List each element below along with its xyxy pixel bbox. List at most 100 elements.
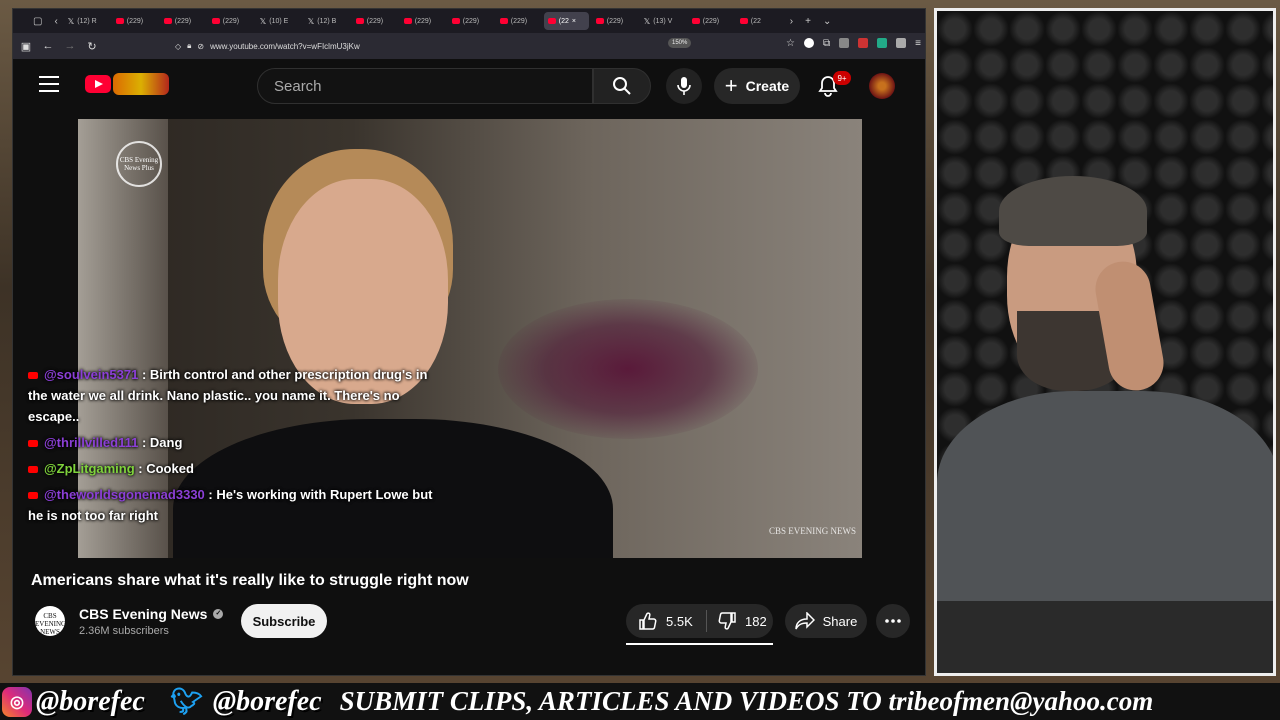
tab-label: (12) B — [317, 17, 337, 25]
close-tab-icon[interactable]: × — [572, 18, 576, 25]
chat-message: @soulvein5371 : Birth control and other … — [28, 364, 438, 427]
tab-label: (229) — [702, 17, 720, 25]
tab-label: (229) — [510, 17, 528, 25]
sidebar-icon[interactable]: ▣ — [17, 40, 35, 53]
browser-tab[interactable]: (229) — [208, 12, 253, 30]
chat-username: @theworldsgonemad3330 — [44, 487, 205, 502]
background-flower — [498, 299, 758, 439]
desk — [937, 601, 1273, 673]
youtube-logo-icon[interactable] — [85, 75, 111, 93]
youtube-icon — [595, 18, 604, 24]
hamburger-menu-icon[interactable] — [39, 76, 59, 92]
dislike-count: 182 — [745, 613, 767, 629]
browser-tab[interactable]: (22 — [736, 12, 781, 30]
cbs-watermark: CBS EVENING NEWS — [769, 526, 856, 536]
reload-icon[interactable]: ↻ — [83, 40, 101, 53]
back-icon[interactable]: ← — [39, 40, 57, 52]
channel-name-row: CBS Evening News ✓ — [79, 606, 224, 622]
extension-icon[interactable] — [877, 38, 888, 48]
channel-name[interactable]: CBS Evening News — [79, 606, 207, 622]
tab-label: (12) R — [77, 17, 97, 25]
share-button[interactable]: Share — [785, 604, 867, 638]
tab-list-icon[interactable]: ▢ — [33, 16, 42, 27]
create-button[interactable]: + Create — [714, 68, 800, 104]
lock-icon: 🔒︎ — [187, 41, 192, 50]
browser-tab[interactable]: (229) — [688, 12, 733, 30]
extension-icon[interactable] — [896, 38, 907, 48]
plus-icon: + — [724, 73, 738, 98]
dislike-button[interactable]: 182 — [707, 611, 767, 631]
x-icon: 𝕏 — [307, 16, 315, 26]
tab-scroll-right-icon[interactable]: › — [790, 16, 793, 27]
search-button[interactable] — [593, 68, 651, 104]
tab-scroll-left-icon[interactable]: ‹ — [54, 16, 57, 27]
permissions-icon: ⊘ — [197, 41, 205, 51]
search-input[interactable]: Search — [257, 68, 593, 104]
search-icon — [613, 77, 631, 95]
tab-label: (229) — [174, 17, 192, 25]
url-bar[interactable]: ◇ 🔒︎ ⊘ www.youtube.com/watch?v=wFIclmU3j… — [175, 37, 715, 55]
x-icon: 𝕏 — [259, 16, 267, 26]
bookmark-star-icon[interactable]: ☆ — [786, 38, 795, 49]
subscribe-button[interactable]: Subscribe — [241, 604, 327, 638]
browser-tab[interactable]: (229) — [496, 12, 541, 30]
youtube-icon — [28, 466, 38, 474]
youtube-icon — [163, 18, 172, 24]
subscriber-count: 2.36M subscribers — [79, 625, 169, 637]
chat-message: @theworldsgonemad3330 : He's working wit… — [28, 484, 438, 526]
youtube-page: Search + Create 9+ CBS Evening News Plus… — [13, 59, 925, 675]
browser-tab[interactable]: 𝕏 (12) R — [64, 12, 109, 30]
channel-avatar[interactable]: CBS EVENING NEWS — [35, 606, 66, 636]
youtube-icon — [547, 18, 556, 24]
twitter-bird-icon: 🐦︎ — [170, 686, 204, 716]
tab-label: (22 — [750, 17, 761, 25]
thumbs-up-icon — [639, 612, 657, 630]
masthead: Search + Create 9+ — [13, 59, 925, 113]
menu-icon[interactable]: ≡ — [915, 38, 921, 49]
browser-tab[interactable]: (229) — [448, 12, 493, 30]
forward-icon[interactable]: → — [61, 40, 79, 52]
extensions-puzzle-icon[interactable]: ⧉ — [823, 38, 830, 49]
youtube-icon — [28, 492, 38, 500]
zoom-indicator[interactable]: 150% — [668, 38, 692, 48]
browser-tab[interactable]: (22 × — [543, 12, 589, 30]
like-button[interactable]: 5.5K — [626, 611, 706, 631]
submit-message: SUBMIT CLIPS, ARTICLES AND VIDEOS TO tri… — [339, 686, 1154, 716]
account-avatar[interactable] — [869, 73, 895, 99]
browser-tab[interactable]: (229) — [352, 12, 397, 30]
twitter-handle: @borefec — [212, 685, 322, 717]
webcam-feed — [934, 8, 1276, 676]
tab-label: (229) — [414, 17, 432, 25]
notification-badge: 9+ — [833, 71, 851, 85]
new-tab-icon[interactable]: + — [805, 16, 811, 27]
youtube-icon — [28, 440, 38, 448]
verified-check-icon: ✓ — [213, 609, 224, 619]
voice-search-button[interactable] — [666, 68, 702, 104]
more-actions-button[interactable] — [876, 604, 910, 638]
extension-icon[interactable] — [858, 38, 869, 48]
browser-tab[interactable]: (229) — [400, 12, 445, 30]
tab-bar: ▢ ‹ 𝕏 (12) R (229) (229) (229) 𝕏 (10) E 𝕏 (12) B… — [13, 9, 925, 33]
tab-overflow-icon[interactable]: ⌄ — [823, 16, 831, 27]
tab-label: (229) — [606, 17, 624, 25]
nav-bar: ▣ ← → ↻ ◇ 🔒︎ ⊘ www.youtube.com/watch?v=w… — [13, 33, 925, 59]
tab-label: (229) — [222, 17, 240, 25]
like-count: 5.5K — [666, 613, 693, 629]
browser-tab[interactable]: (229) — [160, 12, 205, 30]
x-icon: 𝕏 — [643, 16, 651, 26]
browser-tab[interactable]: (229) — [112, 12, 157, 30]
browser-tab[interactable]: 𝕏 (12) B — [304, 12, 349, 30]
browser-tab[interactable]: (229) — [592, 12, 637, 30]
youtube-icon — [691, 18, 700, 24]
extension-icon[interactable] — [839, 38, 850, 48]
doodle-logo[interactable] — [113, 73, 169, 95]
chat-username: @thrillvilled111 — [44, 435, 139, 450]
browser-tab[interactable]: 𝕏 (13) V — [640, 12, 685, 30]
browser-tab[interactable]: 𝕏 (10) E — [256, 12, 301, 30]
extension-icon[interactable] — [804, 38, 815, 48]
thumbs-down-icon — [718, 612, 736, 630]
chat-message: @thrillvilled111 : Dang — [28, 432, 438, 453]
cbs-plus-logo: CBS Evening News Plus — [116, 141, 162, 187]
instagram-handle: @borefec — [36, 685, 145, 717]
toolbar-right: ☆ ⧉ ≡ — [786, 38, 921, 49]
